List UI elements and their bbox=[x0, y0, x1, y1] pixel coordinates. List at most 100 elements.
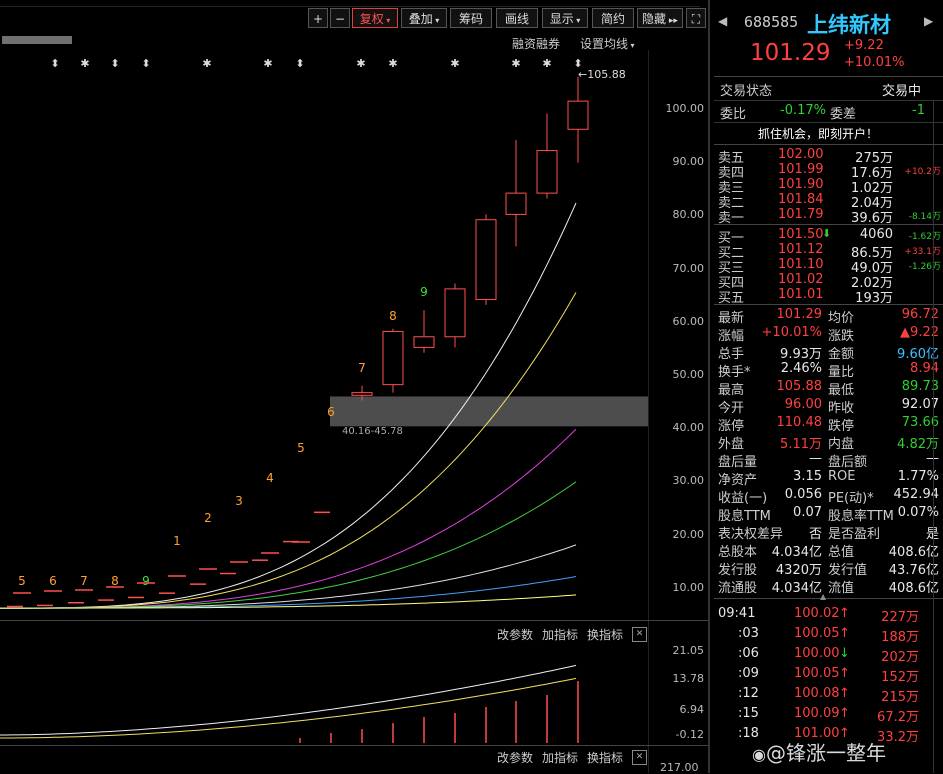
event-marker-icon: ✱ bbox=[356, 57, 365, 70]
gap-range-label: 40.16-45.78 bbox=[342, 426, 403, 437]
indicator-axis-label: 21.05 bbox=[672, 644, 705, 657]
event-marker-icon: ⬍ bbox=[110, 57, 119, 70]
ind2-add-link[interactable]: 加指标 bbox=[542, 749, 578, 766]
stat-label: 股息TTM bbox=[718, 509, 771, 524]
event-marker-icon: ⬍ bbox=[50, 57, 59, 70]
ind2-close-button[interactable]: ✕ bbox=[632, 750, 647, 765]
event-marker-icon: ✱ bbox=[80, 57, 89, 70]
status-divider bbox=[714, 100, 943, 101]
buy-row[interactable]: 买五 101.01 193万 bbox=[714, 287, 943, 306]
price-axis-label: 100.00 bbox=[665, 102, 705, 115]
book-bottom-divider bbox=[714, 304, 943, 305]
yincang-button[interactable]: 隐藏 ▸▸ bbox=[637, 8, 683, 28]
tick-row: :12 100.08 ↑ 215万 bbox=[714, 686, 943, 705]
candle-body bbox=[413, 336, 435, 348]
zoom-out-button[interactable]: − bbox=[330, 8, 350, 28]
stat-label: 发行股 bbox=[718, 563, 758, 578]
ind2-switch-link[interactable]: 换指标 bbox=[587, 749, 623, 766]
stat-value: 4320万 bbox=[775, 563, 822, 578]
jianyue-button[interactable]: 简约 bbox=[592, 8, 634, 28]
stat-label: 最高 bbox=[718, 383, 745, 398]
seq-number: 3 bbox=[235, 494, 243, 508]
stat-value: 4.034亿 bbox=[771, 545, 822, 560]
tick-volume: 227万 bbox=[881, 610, 919, 625]
stat-row: 收益(一) 0.056 PE(动)* 452.94 bbox=[714, 487, 943, 506]
tick-time: :12 bbox=[738, 686, 759, 701]
chevron-down-icon: ▾ bbox=[432, 16, 440, 25]
arrow-down-icon: ⬇ bbox=[822, 227, 832, 240]
buy-volume: 4060 bbox=[859, 227, 893, 242]
huaxian-button[interactable]: 画线 bbox=[496, 8, 538, 28]
event-marker-icon: ✱ bbox=[450, 57, 459, 70]
stat-row: 流通股 4.034亿 流值 408.6亿 bbox=[714, 577, 943, 596]
weibo-logo-icon: ◉ bbox=[752, 745, 766, 764]
arrow-up-icon: ↑ bbox=[839, 626, 850, 641]
seq-number: 5 bbox=[18, 574, 26, 588]
stat-row: 涨幅 +10.01% 涨跌 ▲9.22 bbox=[714, 325, 943, 344]
price-axis-label: 60.00 bbox=[672, 314, 705, 328]
seq-number: 4 bbox=[266, 471, 274, 485]
collapse-arrow-icon[interactable]: ▲ bbox=[820, 592, 826, 601]
seq-number: 5 bbox=[297, 441, 305, 455]
next-stock-button[interactable]: ▶ bbox=[924, 14, 933, 28]
event-marker-icon: ✱ bbox=[202, 57, 211, 70]
indicator-axis-label: 13.78 bbox=[672, 672, 705, 685]
stat-label: 均价 bbox=[828, 311, 855, 326]
tick-row: :03 100.05 ↑ 188万 bbox=[714, 626, 943, 645]
chevron-down-icon: ▾ bbox=[628, 41, 635, 50]
stat-label: 外盘 bbox=[718, 437, 745, 452]
weicha-value: -1 bbox=[912, 103, 925, 118]
stat-label: 总股本 bbox=[718, 545, 758, 560]
tick-price: 100.09 bbox=[794, 706, 840, 721]
watermark: ◉@锋涨一整年 bbox=[752, 737, 886, 766]
ma-setting-label: 设置均线 bbox=[580, 37, 629, 51]
fullscreen-button[interactable]: ⛶ bbox=[686, 8, 706, 28]
ind2-axis-label: 217.00 bbox=[660, 761, 699, 774]
diejia-dropdown[interactable]: 叠加 ▾ bbox=[401, 8, 447, 28]
stat-row: 总股本 4.034亿 总值 408.6亿 bbox=[714, 541, 943, 560]
stat-row: 发行股 4320万 发行值 43.76亿 bbox=[714, 559, 943, 578]
stats-bottom-divider bbox=[714, 598, 943, 599]
candle-body bbox=[536, 150, 558, 194]
chouma-button[interactable]: 筹码 bbox=[450, 8, 492, 28]
indicator-line bbox=[0, 677, 577, 739]
stat-row: 表决权差异否是否盈利是 bbox=[714, 523, 943, 542]
book-mid-divider bbox=[714, 224, 943, 225]
stat-value: +10.01% bbox=[761, 325, 822, 340]
edge-column bbox=[933, 100, 943, 773]
price-axis-label: 40.00 bbox=[672, 421, 705, 435]
candle-body bbox=[444, 288, 466, 338]
stat-label: 收益(一) bbox=[718, 491, 768, 506]
sell-row[interactable]: 卖一 101.79 39.6万 -8.14万 bbox=[714, 207, 943, 226]
indicator-line bbox=[0, 664, 577, 736]
event-marker-icon: ✱ bbox=[263, 57, 272, 70]
event-marker-icon: ⬍ bbox=[141, 57, 150, 70]
stat-label: 净资产 bbox=[718, 473, 758, 488]
fuquan-dropdown[interactable]: 复权 ▾ bbox=[352, 8, 398, 28]
stat-row: 今开 96.00 昨收 92.07 bbox=[714, 397, 943, 416]
event-marker-icon: ⬍ bbox=[295, 57, 304, 70]
price-axis-label: 20.00 bbox=[672, 527, 705, 541]
stat-row: 涨停 110.48 跌停 73.66 bbox=[714, 415, 943, 434]
ind2-params-link[interactable]: 改参数 bbox=[497, 749, 533, 766]
buy-price: 101.12 bbox=[778, 242, 824, 257]
tick-time: :09 bbox=[738, 666, 759, 681]
xianshi-dropdown[interactable]: 显示 ▾ bbox=[542, 8, 588, 28]
promo-link[interactable]: 抓住机会，即刻开户！ bbox=[758, 125, 878, 142]
event-marker-icon: ✱ bbox=[388, 57, 397, 70]
stock-code: 688585 bbox=[744, 13, 799, 31]
stat-label: 流值 bbox=[828, 581, 855, 596]
tick-volume: 215万 bbox=[881, 690, 919, 705]
stat-label: 股息率TTM bbox=[828, 509, 894, 524]
stat-label: 最新 bbox=[718, 311, 745, 326]
candle-body bbox=[382, 330, 404, 386]
arrow-left-icon: ← bbox=[578, 68, 588, 81]
prev-stock-button[interactable]: ◀ bbox=[718, 14, 727, 28]
stat-label: 昨收 bbox=[828, 401, 855, 416]
stat-row: 总手 9.93万 金额 9.60亿 bbox=[714, 343, 943, 362]
indicator2-divider bbox=[0, 745, 708, 746]
stat-value: 4.034亿 bbox=[771, 581, 822, 596]
zoom-in-button[interactable]: + bbox=[308, 8, 328, 28]
stat-value: 否 bbox=[808, 527, 822, 542]
stat-value: 0.056 bbox=[784, 487, 822, 502]
